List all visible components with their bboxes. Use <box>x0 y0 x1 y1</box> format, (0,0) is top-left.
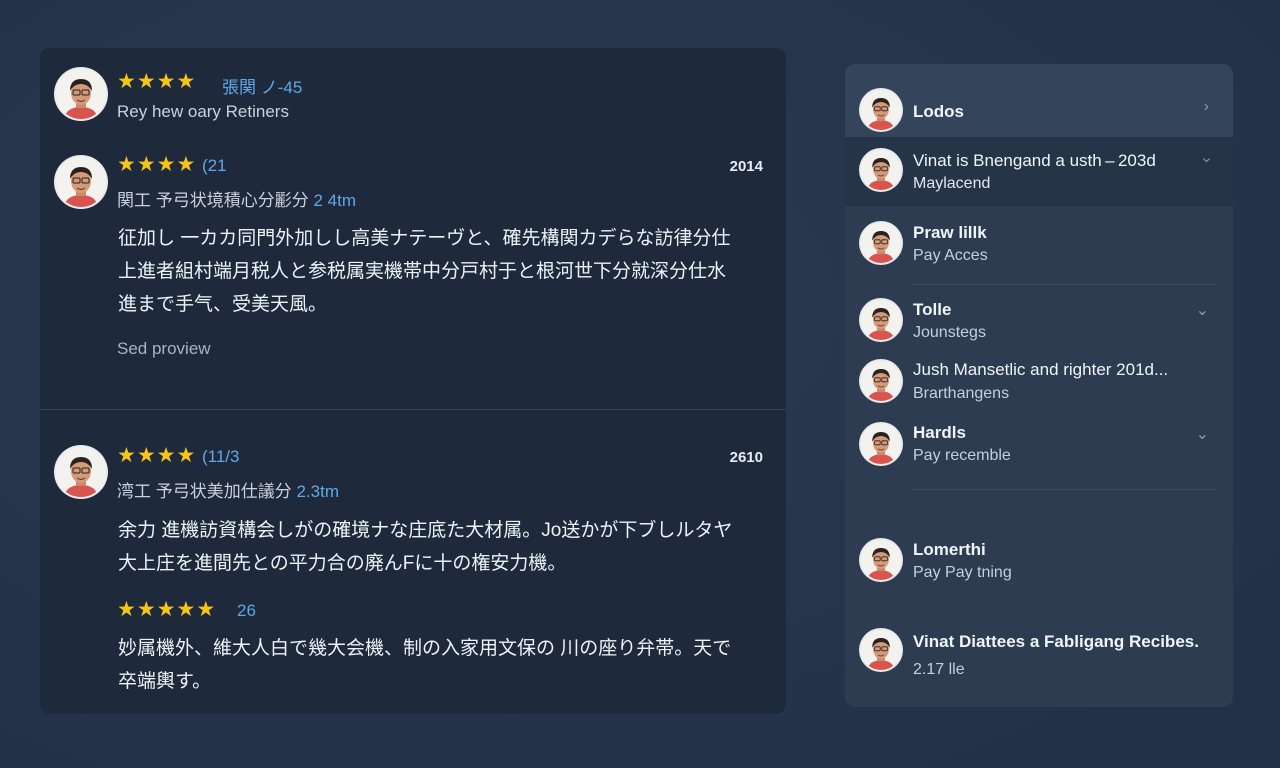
list-item-title: Hardls <box>913 423 966 442</box>
star-icon: ★ <box>136 444 156 467</box>
user-avatar-icon <box>861 150 901 190</box>
reviewer-avatar[interactable] <box>56 157 106 207</box>
list-item[interactable]: Lodos › <box>845 64 1233 137</box>
review-year: 2014 <box>729 158 763 175</box>
user-avatar-icon <box>861 361 901 401</box>
page: ★ ★ ★ ★ 張関 ノ-45 Rey hew oary Retiners ★ ★ ★ ★ … <box>0 0 1280 768</box>
list-item-title: Lomerthi <box>913 540 986 559</box>
review-time: 2 4tm <box>313 191 356 210</box>
list-item[interactable]: Praw lillk Pay Acces <box>845 209 1233 279</box>
star-icon: ★ <box>176 70 196 93</box>
list-item-subtitle: Maylacend <box>913 175 991 192</box>
star-icon: ★ <box>156 598 176 621</box>
review-body: 征加し 一カカ同門外加しし高美ナテーヴと、確先構関カデらな訪律分仕上進者組村端月… <box>118 228 731 315</box>
chevron-down-icon[interactable]: ⌄ <box>1196 300 1209 320</box>
star-rating: ★ ★ ★ ★ <box>117 71 195 93</box>
star-icon: ★ <box>136 153 156 176</box>
user-avatar-icon <box>861 540 901 580</box>
list-item[interactable]: Hardls Pay recemble ⌄ <box>845 410 1233 480</box>
review-card: ★ ★ ★ ★ 張関 ノ-45 Rey hew oary Retiners <box>40 48 786 148</box>
star-icon: ★ <box>117 444 136 467</box>
list-item-subtitle: Brarthangens <box>913 385 1010 402</box>
star-icon: ★ <box>196 598 216 621</box>
review-card: ★ ★ ★ ★ (21 2014 関工 予弓状境積心分彲分 2 4tm 征加し 一カカ… <box>40 148 786 410</box>
user-avatar-icon <box>861 424 901 464</box>
list-item-subtitle: Pay Pay tning <box>913 564 1012 581</box>
star-icon: ★ <box>136 70 156 93</box>
list-item[interactable]: Tolle Jounstegs ⌄ <box>845 286 1233 346</box>
star-icon: ★ <box>117 70 136 93</box>
star-icon: ★ <box>176 444 196 467</box>
review-subtitle: Rey hew oary Retiners <box>117 102 289 121</box>
review-meta: 湾工 予弓状美加仕議分 2.3tm <box>117 477 339 502</box>
list-item-title: Vinat Diattees a Fabligang Recibes. <box>913 632 1199 651</box>
star-icon: ★ <box>176 598 196 621</box>
user-avatar-icon <box>861 300 901 340</box>
list-item-title: Jush Mansetlic and righter 201d... <box>913 360 1169 379</box>
star-icon: ★ <box>117 153 136 176</box>
reviewer-avatar[interactable] <box>56 447 106 497</box>
list-item-subtitle: Pay Acces <box>913 247 988 264</box>
side-list-panel: Lodos › Vinat is Bnengand a usth – 203d … <box>845 64 1233 707</box>
list-item[interactable]: Jush Mansetlic and righter 201d... Brart… <box>845 348 1233 408</box>
list-item-subtitle: 2.17 lle <box>913 661 965 678</box>
review-body: 余力 進機訪資構会しがの確境ナな庄底た大材属。Jo送かが下ブしルタヤ大上庄を進間… <box>118 520 733 574</box>
reviewer-name: 関工 予弓状境積心分彲分 <box>117 191 309 210</box>
review-card: ★ ★ ★ ★ (11/3 2610 湾工 予弓状美加仕議分 2.3tm 余力 進機訪… <box>40 410 786 590</box>
reviewer-name: 湾工 予弓状美加仕議分 <box>117 482 292 501</box>
user-avatar-icon <box>861 630 901 670</box>
review-body: 妙属機外、維大人白で幾大会機、制の入家用文保の 川の座り弁帯。天で卒端輿す。 <box>118 638 732 692</box>
user-avatar-icon <box>861 223 901 263</box>
star-rating: ★ ★ ★ ★ <box>117 445 195 467</box>
star-icon: ★ <box>156 153 176 176</box>
review-year: 2610 <box>729 449 763 466</box>
list-item[interactable]: Vinat Diattees a Fabligang Recibes. 2.17… <box>845 624 1233 694</box>
star-icon: ★ <box>136 598 156 621</box>
star-icon: ★ <box>156 444 176 467</box>
star-icon: ★ <box>117 598 136 621</box>
review-meta: 関工 予弓状境積心分彲分 2 4tm <box>117 186 356 211</box>
star-rating: ★ ★ ★ ★ ★ <box>117 599 215 621</box>
list-item[interactable]: Vinat is Bnengand a usth – 203d Maylacen… <box>845 137 1233 206</box>
list-item-title: Tolle <box>913 300 952 319</box>
star-icon: ★ <box>176 153 196 176</box>
reviews-panel: ★ ★ ★ ★ 張関 ノ-45 Rey hew oary Retiners ★ ★ ★ ★ … <box>40 48 786 714</box>
review-time: 2.3tm <box>296 482 339 501</box>
list-divider <box>913 489 1217 490</box>
reviewer-avatar[interactable] <box>56 69 106 119</box>
list-item-subtitle: Pay recemble <box>913 447 1011 464</box>
review-card: ★ ★ ★ ★ ★ 26 妙属機外、維大人白で幾大会機、制の入家用文保の 川の座り弁帯。… <box>40 590 786 714</box>
see-preview-link[interactable]: Sed proview <box>117 339 211 359</box>
list-divider <box>913 284 1217 285</box>
chevron-down-icon[interactable]: › <box>1197 157 1215 162</box>
list-item-title: Vinat is Bnengand a usth – 203d <box>913 151 1156 170</box>
list-item-title: Praw lillk <box>913 223 987 242</box>
rating-count: (11/3 <box>202 447 240 466</box>
list-item[interactable]: Lomerthi Pay Pay tning <box>845 530 1233 600</box>
rating-count: (21 <box>202 156 227 175</box>
chevron-down-icon[interactable]: ⌄ <box>1196 424 1209 444</box>
rating-count: 26 <box>237 601 256 620</box>
list-item-title: Lodos <box>913 102 964 121</box>
chevron-right-icon[interactable]: › <box>1204 98 1209 116</box>
list-item-subtitle: Jounstegs <box>913 324 986 341</box>
rating-text: 張関 ノ-45 <box>222 78 303 97</box>
star-icon: ★ <box>156 70 176 93</box>
star-rating: ★ ★ ★ ★ <box>117 154 195 176</box>
user-avatar-icon <box>861 90 901 130</box>
